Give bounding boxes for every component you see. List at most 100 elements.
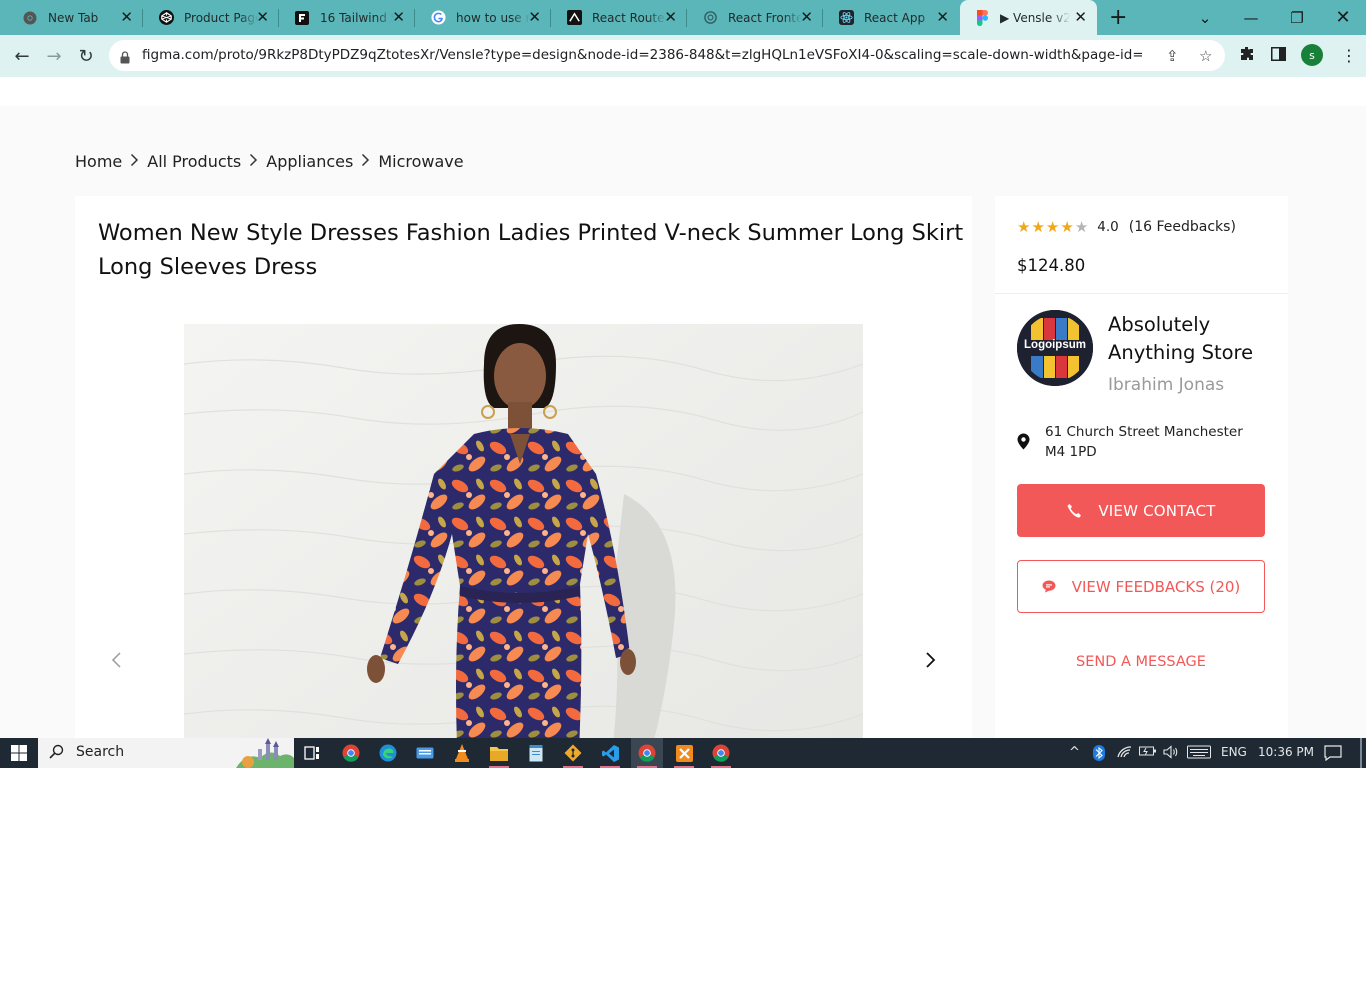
- phone-icon: [1066, 503, 1082, 519]
- file-explorer-icon[interactable]: [483, 738, 515, 768]
- figma-icon: [974, 9, 990, 26]
- seller-info-card: ★ ★ ★ ★ ★ 4.0 (16 Feedbacks) $124.80 Log…: [995, 196, 1288, 738]
- next-image-arrow-icon[interactable]: [924, 650, 936, 674]
- chrome-icon: [22, 10, 38, 26]
- star-filled-icon: ★: [1045, 218, 1060, 236]
- edge-taskbar-icon[interactable]: [372, 738, 404, 768]
- tab-title: ▶ Vensle v2: [1000, 10, 1070, 25]
- lock-icon[interactable]: [120, 49, 130, 68]
- tab-search-chevron-icon[interactable]: ⌄: [1182, 0, 1228, 35]
- store-owner-name: Ibrahim Jonas: [1108, 375, 1225, 395]
- tab-new-tab[interactable]: New Tab ✕: [0, 0, 143, 35]
- show-desktop-strip[interactable]: [1360, 738, 1362, 768]
- star-filled-icon: ★: [1017, 218, 1031, 236]
- star-filled-icon: ★: [1031, 218, 1045, 236]
- product-gallery-card: Women New Style Dresses Fashion Ladies P…: [75, 196, 972, 738]
- tab-product-page[interactable]: Product Page ✕: [136, 0, 279, 35]
- clock-time[interactable]: 10:36 PM: [1258, 745, 1314, 759]
- share-icon[interactable]: ⇪: [1166, 47, 1179, 65]
- show-hidden-icons-chevron-icon[interactable]: ^: [1069, 745, 1080, 760]
- chevron-right-icon: [249, 152, 258, 171]
- breadcrumb-home[interactable]: Home: [75, 152, 122, 171]
- tab-title: Product Page: [184, 10, 258, 25]
- react-icon: [838, 10, 854, 26]
- star-filled-icon: ★: [1060, 218, 1074, 236]
- location-pin-icon: [1017, 433, 1030, 454]
- battery-charging-icon[interactable]: [1139, 745, 1157, 760]
- bluetooth-icon[interactable]: [1093, 745, 1105, 764]
- tab-vensle-active[interactable]: ▶ Vensle v2 ✕: [960, 0, 1097, 35]
- feedback-count[interactable]: (16 Feedbacks): [1129, 219, 1236, 235]
- notification-center-icon[interactable]: [1324, 745, 1342, 764]
- close-tab-icon[interactable]: ✕: [392, 9, 405, 25]
- view-contact-label: VIEW CONTACT: [1098, 501, 1216, 520]
- more-menu-icon[interactable]: ⋮: [1341, 46, 1357, 65]
- send-message-link[interactable]: SEND A MESSAGE: [1017, 654, 1265, 670]
- touch-keyboard-icon[interactable]: [1187, 745, 1211, 762]
- breadcrumb-appliances[interactable]: Appliances: [266, 152, 353, 171]
- new-tab-plus-icon[interactable]: +: [1109, 5, 1127, 30]
- close-tab-icon[interactable]: ✕: [120, 9, 133, 25]
- windows-start-icon[interactable]: [0, 738, 37, 768]
- close-tab-icon[interactable]: ✕: [936, 9, 949, 25]
- xampp-icon[interactable]: [668, 738, 700, 768]
- bookmark-star-icon[interactable]: ☆: [1199, 47, 1212, 65]
- tab-tailwind[interactable]: 16 Tailwind S ✕: [272, 0, 415, 35]
- reload-icon[interactable]: ↻: [74, 45, 98, 67]
- tab-google-search[interactable]: how to use r ✕: [408, 0, 551, 35]
- restore-window-icon[interactable]: ❐: [1274, 0, 1320, 35]
- address-bar[interactable]: figma.com/proto/9RkzP8DtyPDZ9qZtotesXr/V…: [109, 40, 1225, 71]
- tab-react-frontend[interactable]: React Fronte ✕: [680, 0, 823, 35]
- tab-title: 16 Tailwind S: [320, 10, 394, 25]
- store-logo: Logoipsum: [1017, 310, 1093, 386]
- chrome-profile-taskbar-icon[interactable]: [705, 738, 737, 768]
- task-view-icon[interactable]: [296, 738, 328, 768]
- close-tab-icon[interactable]: ✕: [800, 9, 813, 25]
- close-tab-icon[interactable]: ✕: [664, 9, 677, 25]
- vscode-icon[interactable]: [594, 738, 626, 768]
- breadcrumb: Home All Products Appliances Microwave: [75, 152, 464, 171]
- taskbar-search-box[interactable]: Search: [38, 738, 294, 768]
- volume-icon[interactable]: [1163, 745, 1179, 762]
- notepad-icon[interactable]: [520, 738, 552, 768]
- close-tab-icon[interactable]: ✕: [256, 9, 269, 25]
- vlc-icon[interactable]: [446, 738, 478, 768]
- view-feedbacks-button[interactable]: VIEW FEEDBACKS (20): [1017, 560, 1265, 613]
- rating-row: ★ ★ ★ ★ ★ 4.0 (16 Feedbacks): [1017, 218, 1236, 236]
- url-text[interactable]: figma.com/proto/9RkzP8DtyPDZ9qZtotesXr/V…: [142, 47, 1142, 63]
- back-arrow-icon[interactable]: ←: [10, 45, 34, 67]
- close-tab-icon[interactable]: ✕: [1074, 9, 1087, 25]
- chrome-taskbar-icon[interactable]: [335, 738, 367, 768]
- prev-image-arrow-icon[interactable]: [111, 650, 123, 674]
- tab-title: React Fronte: [728, 10, 802, 25]
- profile-avatar[interactable]: s: [1301, 44, 1323, 66]
- close-window-icon[interactable]: ✕: [1320, 0, 1366, 35]
- side-panel-icon[interactable]: [1271, 46, 1286, 65]
- breadcrumb-microwave[interactable]: Microwave: [378, 152, 463, 171]
- chrome-active-taskbar-icon[interactable]: [631, 738, 663, 768]
- view-feedbacks-label: VIEW FEEDBACKS (20): [1071, 577, 1241, 596]
- forward-arrow-icon[interactable]: →: [42, 45, 66, 67]
- breadcrumb-all-products[interactable]: All Products: [147, 152, 241, 171]
- tab-title: React Router: [592, 10, 666, 25]
- search-highlight-illustration: [236, 738, 294, 772]
- wifi-icon[interactable]: [1117, 745, 1133, 762]
- close-tab-icon[interactable]: ✕: [528, 9, 541, 25]
- store-logo-text: Logoipsum: [1024, 339, 1086, 351]
- browser-tab-strip: New Tab ✕ Product Page ✕ 16 Tailwind S ✕…: [0, 0, 1366, 35]
- language-indicator[interactable]: ENG: [1221, 745, 1247, 759]
- flowbite-icon: [294, 10, 310, 26]
- tab-react-router[interactable]: React Router ✕: [544, 0, 687, 35]
- extensions-puzzle-icon[interactable]: [1239, 46, 1255, 66]
- store-name[interactable]: Absolutely Anything Store: [1108, 311, 1278, 367]
- chat-bubble-icon: [1042, 580, 1056, 593]
- rating-value: 4.0: [1097, 219, 1119, 235]
- minimize-window-icon[interactable]: —: [1228, 0, 1274, 35]
- search-icon: [49, 744, 64, 763]
- keyboard-app-icon[interactable]: [409, 738, 441, 768]
- view-contact-button[interactable]: VIEW CONTACT: [1017, 484, 1265, 537]
- git-icon[interactable]: [557, 738, 589, 768]
- product-title: Women New Style Dresses Fashion Ladies P…: [98, 220, 964, 280]
- divider: [995, 293, 1288, 294]
- tab-react-app[interactable]: React App ✕: [816, 0, 959, 35]
